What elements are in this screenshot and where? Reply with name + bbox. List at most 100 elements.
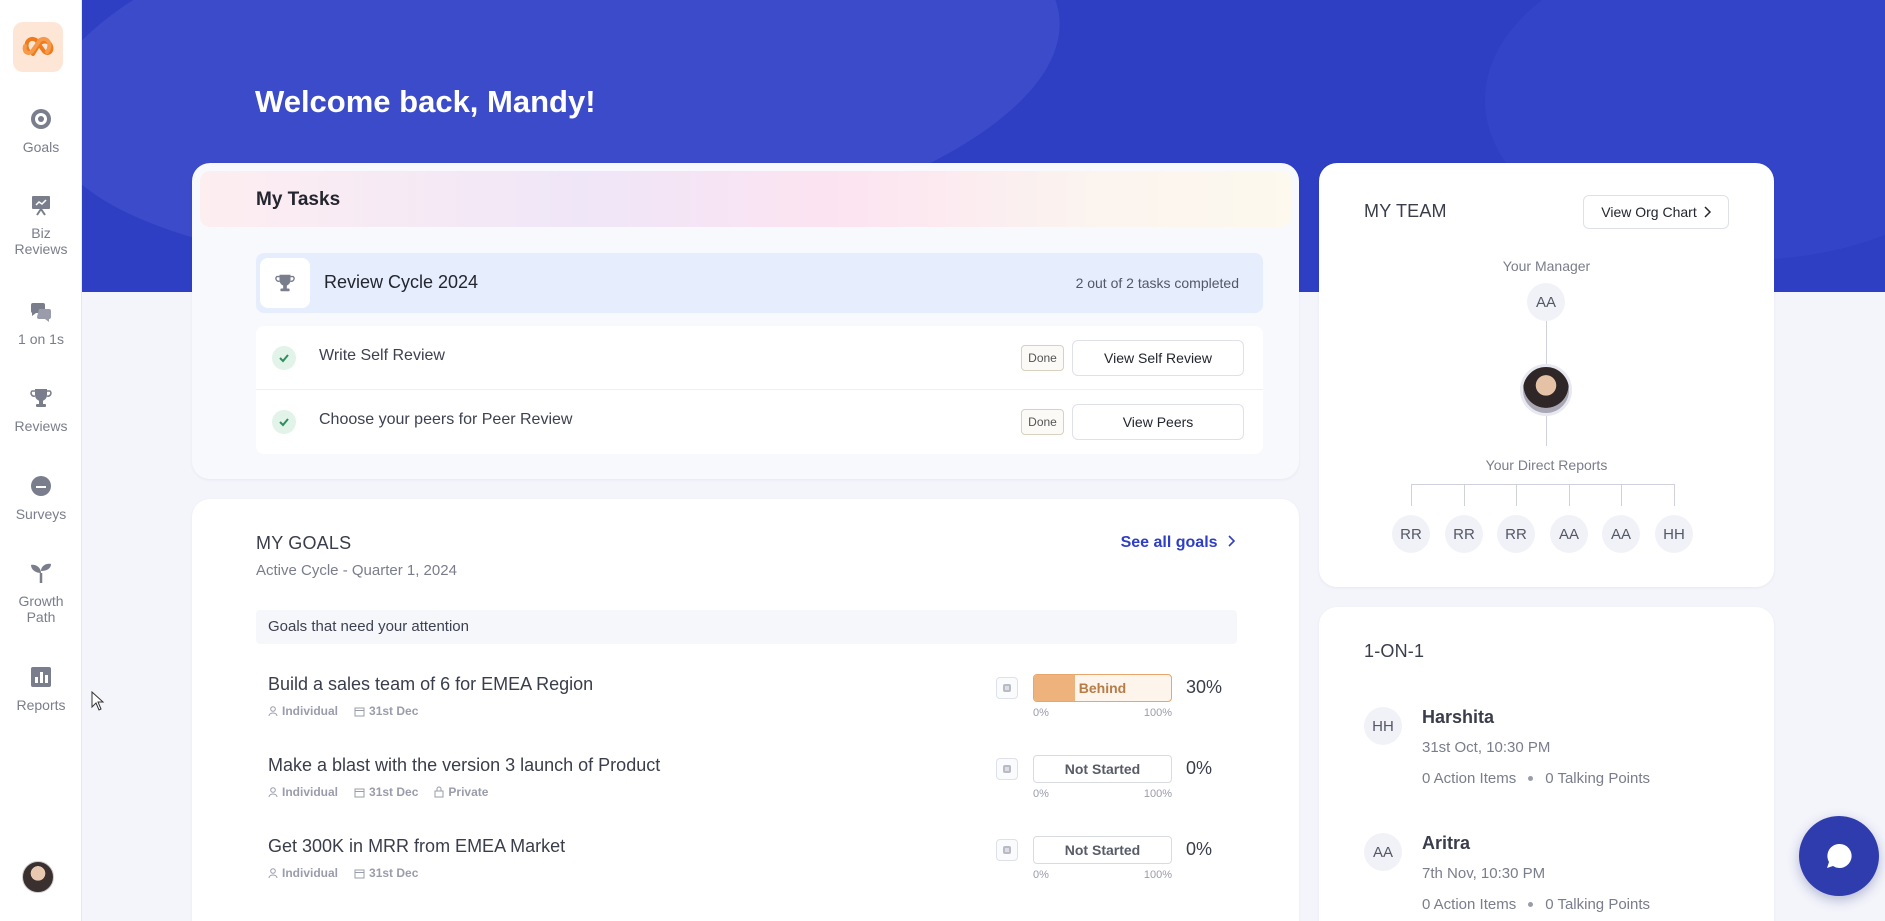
see-all-goals-link[interactable]: See all goals — [1121, 534, 1236, 552]
goal-item[interactable]: Get 300K in MRR from EMEA Market Individ… — [268, 836, 1238, 896]
my-team-card: MY TEAM View Org Chart Your Manager AA Y… — [1319, 163, 1774, 587]
trophy-icon — [275, 274, 295, 292]
person-icon — [268, 786, 278, 797]
one-on-one-card: 1-ON-1 HH Harshita 31st Oct, 10:30 PM 0 … — [1319, 607, 1774, 921]
welcome-heading: Welcome back, Mandy! — [255, 84, 596, 119]
progress-percent: 30% — [1186, 677, 1223, 697]
user-avatar[interactable] — [22, 861, 54, 893]
survey-icon — [31, 476, 51, 496]
person-icon — [268, 705, 278, 716]
trophy-badge — [260, 258, 310, 308]
my-avatar[interactable] — [1520, 364, 1572, 416]
goal-due-date: 31st Dec — [369, 866, 419, 880]
goal-progress-bar: Behind — [1033, 674, 1172, 702]
meeting-counts: 0 Action Items 0 Talking Points — [1422, 896, 1650, 913]
meeting-time: 31st Oct, 10:30 PM — [1422, 739, 1551, 756]
one-on-one-item[interactable]: HH Harshita 31st Oct, 10:30 PM 0 Action … — [1364, 707, 1744, 807]
goal-options-icon[interactable] — [996, 758, 1018, 780]
lock-icon — [434, 786, 444, 798]
sidebar-item-biz-reviews[interactable]: Biz Reviews — [0, 193, 82, 257]
goal-name: Build a sales team of 6 for EMEA Region — [268, 674, 594, 694]
sidebar-item-label: Reports — [16, 697, 66, 713]
sidebar-item-label: Growth Path — [18, 593, 64, 625]
goals-title: MY GOALS — [256, 533, 352, 553]
sidebar-item-label: Goals — [22, 139, 60, 155]
manager-avatar[interactable]: AA — [1527, 283, 1565, 321]
action-items-count: 0 Action Items — [1422, 896, 1517, 913]
direct-report-avatar[interactable]: AA — [1602, 515, 1640, 553]
status-badge: Done — [1021, 409, 1064, 435]
my-tasks-card: My Tasks Review Cycle 2024 2 out of 2 ta… — [192, 163, 1299, 479]
view-peers-button[interactable]: View Peers — [1072, 404, 1244, 440]
task-label: Write Self Review — [319, 347, 445, 364]
calendar-icon — [354, 869, 365, 878]
sidebar-item-1on1s[interactable]: 1 on 1s — [0, 299, 82, 347]
direct-report-avatar[interactable]: HH — [1655, 515, 1693, 553]
my-goals-card: MY GOALS Active Cycle - Quarter 1, 2024 … — [192, 499, 1299, 921]
view-self-review-button[interactable]: View Self Review — [1072, 340, 1244, 376]
goal-type: Individual — [282, 785, 339, 799]
sidebar-item-label: Reviews — [14, 418, 68, 434]
goal-type: Individual — [282, 866, 339, 880]
direct-report-avatar[interactable]: RR — [1445, 515, 1483, 553]
direct-report-avatar[interactable]: RR — [1497, 515, 1535, 553]
progress-percent: 0% — [1186, 839, 1213, 859]
task-row: Write Self Review Done View Self Review — [256, 326, 1263, 390]
sidebar-item-reviews[interactable]: Reviews — [0, 386, 82, 434]
check-icon — [272, 410, 296, 434]
chevron-right-icon — [1704, 206, 1711, 218]
view-org-chart-button[interactable]: View Org Chart — [1583, 195, 1729, 229]
manager-caption: Your Manager — [1502, 258, 1591, 274]
chevron-right-icon — [1228, 535, 1236, 547]
sidebar: Goals Biz Reviews 1 on 1s Reviews Survey… — [0, 0, 82, 921]
one-on-one-title: 1-ON-1 — [1364, 641, 1425, 661]
goals-cycle-subtitle: Active Cycle - Quarter 1, 2024 — [256, 562, 457, 579]
goal-name: Get 300K in MRR from EMEA Market — [268, 836, 566, 856]
sidebar-item-reports[interactable]: Reports — [0, 665, 82, 713]
calendar-icon — [354, 707, 365, 716]
sidebar-item-surveys[interactable]: Surveys — [0, 474, 82, 522]
review-cycle-status: 2 out of 2 tasks completed — [1075, 275, 1239, 291]
chat-support-button[interactable] — [1799, 816, 1879, 896]
goal-item[interactable]: Make a blast with the version 3 launch o… — [268, 755, 1238, 815]
goal-visibility: Private — [448, 785, 489, 799]
chat-bubbles-icon — [30, 303, 51, 322]
calendar-icon — [354, 788, 365, 797]
sidebar-item-label: 1 on 1s — [18, 331, 64, 347]
avatar: HH — [1364, 707, 1402, 745]
progress-status: Not Started — [1064, 761, 1141, 777]
goal-type: Individual — [282, 704, 339, 718]
person-name: Harshita — [1422, 707, 1495, 727]
see-all-goals-label: See all goals — [1120, 534, 1218, 551]
goal-meta: Individual 31st Dec — [268, 704, 418, 718]
goal-options-icon[interactable] — [996, 839, 1018, 861]
tasks-title: My Tasks — [256, 189, 341, 210]
meeting-time: 7th Nov, 10:30 PM — [1422, 865, 1546, 882]
direct-report-avatar[interactable]: RR — [1392, 515, 1430, 553]
meeting-counts: 0 Action Items 0 Talking Points — [1422, 770, 1650, 787]
tasks-header: My Tasks — [200, 171, 1291, 227]
chat-bubble-icon — [1827, 843, 1852, 868]
goal-meta: Individual 31st Dec — [268, 866, 418, 880]
direct-report-avatar[interactable]: AA — [1550, 515, 1588, 553]
goal-options-icon[interactable] — [996, 677, 1018, 699]
sidebar-item-growth-path[interactable]: Growth Path — [0, 561, 82, 625]
one-on-one-item[interactable]: AA Aritra 7th Nov, 10:30 PM 0 Action Ite… — [1364, 833, 1744, 921]
goal-item[interactable]: Build a sales team of 6 for EMEA Region … — [268, 674, 1238, 734]
talking-points-count: 0 Talking Points — [1545, 896, 1651, 913]
avatar: AA — [1364, 833, 1402, 871]
team-title: MY TEAM — [1364, 201, 1447, 221]
pretzel-logo-icon — [22, 37, 54, 56]
status-badge: Done — [1021, 345, 1064, 371]
action-items-count: 0 Action Items — [1422, 770, 1517, 787]
review-cycle-bar[interactable]: Review Cycle 2024 2 out of 2 tasks compl… — [256, 253, 1263, 313]
sidebar-item-goals[interactable]: Goals — [0, 107, 82, 155]
app-logo[interactable] — [13, 22, 63, 72]
person-name: Aritra — [1422, 833, 1471, 853]
person-icon — [268, 867, 278, 878]
progress-status: Behind — [1078, 680, 1127, 696]
progress-percent: 0% — [1186, 758, 1213, 778]
task-label: Choose your peers for Peer Review — [319, 411, 573, 428]
goal-name: Make a blast with the version 3 launch o… — [268, 755, 661, 775]
talking-points-count: 0 Talking Points — [1545, 770, 1651, 787]
